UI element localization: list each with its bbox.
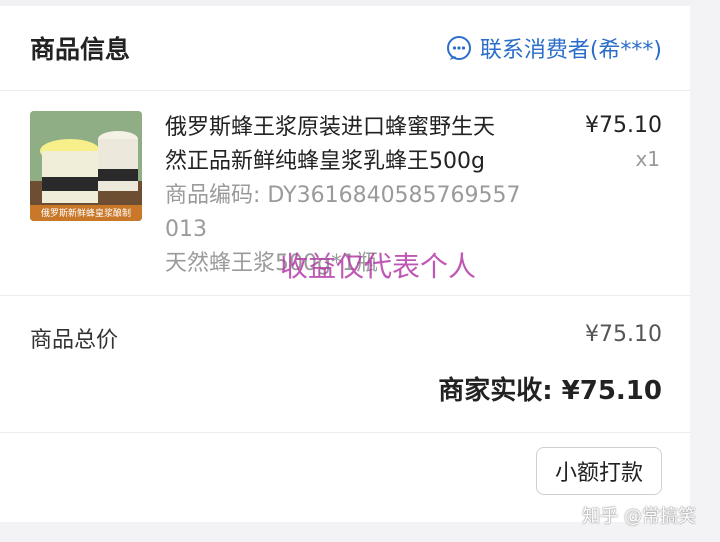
product-row[interactable]: 俄罗斯新鲜蜂皇浆酿制 俄罗斯蜂王浆原装进口蜂蜜野生天 然正品新鲜纯蜂皇浆乳蜂王5… bbox=[0, 91, 690, 296]
totals-section: 商品总价 ¥75.10 商家实收: ¥75.10 bbox=[0, 296, 690, 433]
contact-consumer-link[interactable]: 联系消费者(希***) bbox=[446, 32, 662, 64]
product-quantity: x1 bbox=[635, 147, 660, 171]
corner-watermark: 知乎 @常搞笑 bbox=[582, 506, 696, 527]
product-title-line2: 然正品新鲜纯蜂皇浆乳蜂王500g bbox=[165, 149, 485, 174]
product-code-line2: 013 bbox=[165, 217, 207, 242]
product-code: 商品编码: DY3616840585769557 013 bbox=[165, 179, 555, 247]
product-thumbnail[interactable]: 俄罗斯新鲜蜂皇浆酿制 bbox=[30, 111, 142, 221]
section-title: 商品信息 bbox=[30, 35, 131, 64]
total-price-label: 商品总价 bbox=[30, 328, 119, 353]
order-card: 商品信息 联系消费者(希***) 俄罗斯新鲜蜂皇浆酿制 俄罗斯蜂王浆原装进口蜂蜜… bbox=[0, 0, 690, 522]
total-price-value: ¥75.10 bbox=[585, 322, 662, 347]
merchant-received-value: ¥75.10 bbox=[561, 376, 662, 406]
product-title-line1: 俄罗斯蜂王浆原装进口蜂蜜野生天 bbox=[165, 115, 496, 140]
contact-label: 联系消费者(希***) bbox=[479, 38, 662, 63]
product-title[interactable]: 俄罗斯蜂王浆原装进口蜂蜜野生天 然正品新鲜纯蜂皇浆乳蜂王500g bbox=[165, 111, 555, 179]
merchant-received: 商家实收: ¥75.10 bbox=[438, 370, 662, 407]
watermark-center-text: 收益仅代表个人 bbox=[280, 250, 477, 283]
right-background-strip bbox=[690, 0, 720, 542]
thumb-caption: 俄罗斯新鲜蜂皇浆酿制 bbox=[41, 207, 131, 219]
product-price: ¥75.10 bbox=[585, 113, 662, 138]
product-jar-image: 俄罗斯新鲜蜂皇浆酿制 bbox=[30, 111, 142, 221]
merchant-received-label: 商家实收: bbox=[438, 376, 553, 406]
product-info-header: 商品信息 联系消费者(希***) bbox=[0, 6, 690, 91]
chat-bubble-icon bbox=[446, 36, 471, 61]
small-payment-button[interactable]: 小额打款 bbox=[536, 447, 662, 495]
product-code-line1: 商品编码: DY3616840585769557 bbox=[165, 183, 521, 208]
